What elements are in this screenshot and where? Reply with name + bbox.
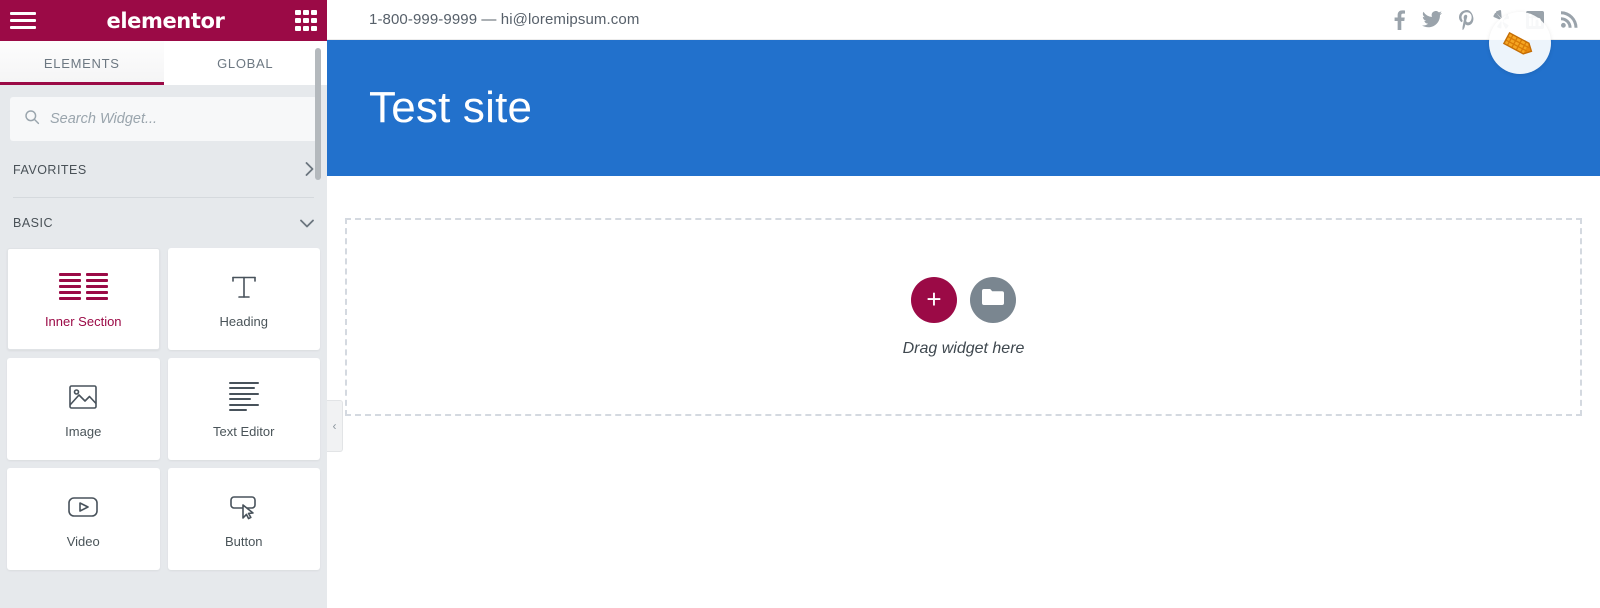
button-icon: [228, 490, 260, 524]
site-topbar: 1-800-999-9999 — hi@loremipsum.com: [327, 0, 1600, 40]
widget-dropzone[interactable]: + Drag widget here: [345, 218, 1582, 416]
search-box[interactable]: [10, 97, 317, 141]
widget-inner-section-label: Inner Section: [44, 313, 122, 329]
widget-heading[interactable]: Heading: [167, 248, 320, 350]
linkedin-icon[interactable]: [1526, 10, 1544, 29]
category-divider: [13, 197, 314, 198]
heading-icon: [229, 270, 259, 304]
widget-inner-section[interactable]: Inner Section: [7, 248, 160, 350]
editor-canvas: + Drag widget here: [327, 176, 1600, 608]
logo-text: elementor: [106, 8, 225, 33]
search-section: [0, 85, 327, 151]
hamburger-icon[interactable]: [10, 11, 36, 31]
panel-tabs: ELEMENTS GLOBAL: [0, 41, 327, 85]
brand-logo: elementor: [36, 9, 295, 33]
chevron-left-icon: ‹: [332, 419, 337, 433]
folder-icon: [982, 288, 1004, 311]
category-basic-label: BASIC: [13, 216, 54, 230]
video-icon: [67, 490, 99, 524]
grid-apps-icon[interactable]: [295, 9, 317, 32]
chevron-right-icon: [305, 161, 314, 179]
widget-heading-label: Heading: [219, 313, 268, 329]
twitter-icon[interactable]: [1422, 11, 1442, 28]
panel-scrollbar[interactable]: [315, 44, 321, 604]
tab-global[interactable]: GLOBAL: [163, 41, 327, 85]
widget-button[interactable]: Button: [167, 468, 320, 570]
tab-global-label: GLOBAL: [217, 55, 274, 71]
chevron-down-icon: [300, 216, 314, 231]
facebook-icon[interactable]: [1394, 9, 1405, 30]
contact-info: 1-800-999-9999 — hi@loremipsum.com: [369, 11, 640, 28]
widget-video-label: Video: [66, 533, 100, 549]
hero-title: Test site: [369, 83, 533, 132]
text-editor-icon: [228, 380, 259, 414]
category-basic[interactable]: BASIC: [0, 204, 327, 242]
rss-icon[interactable]: [1561, 11, 1578, 28]
social-links: [1394, 9, 1578, 30]
search-input[interactable]: [50, 111, 303, 127]
widget-video[interactable]: Video: [7, 468, 160, 570]
panel-collapse-handle[interactable]: ‹: [327, 400, 343, 452]
tab-elements[interactable]: ELEMENTS: [0, 41, 164, 85]
yelp-icon[interactable]: [1492, 9, 1509, 30]
dropzone-buttons: +: [911, 276, 1016, 323]
hero-banner: Test site: [327, 40, 1600, 176]
widget-image-label: Image: [65, 423, 102, 439]
pinterest-icon[interactable]: [1459, 9, 1475, 30]
widget-image[interactable]: Image: [7, 358, 160, 460]
widgets-panel: elementor ELEMENTS GLOBAL Search Widget.…: [0, 0, 327, 608]
image-icon: [68, 380, 98, 414]
category-favorites-label: FAVORITES: [13, 163, 87, 177]
plus-icon: +: [926, 284, 942, 315]
elementor-editor: elementor ELEMENTS GLOBAL Search Widget.…: [0, 0, 1600, 608]
inner-section-icon: [58, 270, 108, 304]
widget-text-editor[interactable]: Text Editor: [167, 358, 320, 460]
category-favorites[interactable]: FAVORITES: [0, 151, 327, 189]
panel-header: elementor: [0, 0, 327, 41]
widget-grid: Inner Section Heading Image Text Editor …: [0, 242, 327, 570]
dropzone-hint: Drag widget here: [902, 339, 1025, 357]
add-section-button[interactable]: +: [911, 276, 957, 323]
widget-button-label: Button: [224, 533, 263, 549]
panel-scrollbar-thumb[interactable]: [315, 48, 321, 180]
search-icon: [24, 109, 40, 130]
tab-elements-label: ELEMENTS: [43, 55, 120, 71]
template-library-button[interactable]: [970, 276, 1016, 323]
widget-text-editor-label: Text Editor: [213, 423, 275, 439]
site-preview: 1-800-999-9999 — hi@loremipsum.com Test …: [327, 0, 1600, 608]
